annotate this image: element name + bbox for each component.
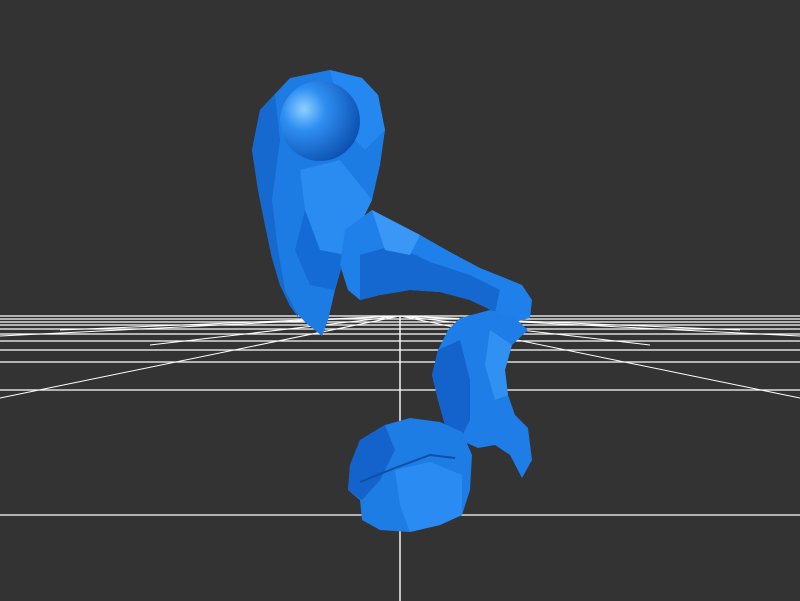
sphere-marker[interactable] [280,81,360,161]
3d-scene-canvas[interactable] [0,0,800,601]
3d-viewport[interactable] [0,0,800,601]
blue-lowpoly-creature-mesh[interactable] [252,70,532,532]
